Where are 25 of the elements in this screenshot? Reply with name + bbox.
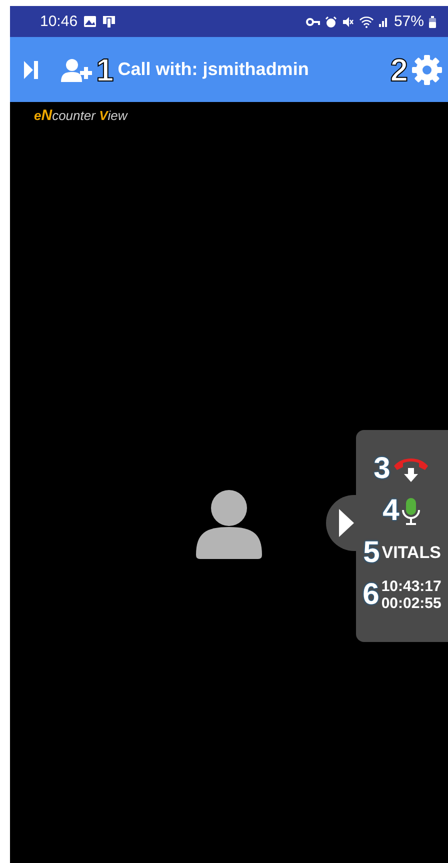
call-title: Call with: jsmithadmin xyxy=(118,59,310,80)
clock: 10:46 xyxy=(40,13,78,30)
vitals-button[interactable]: VITALS xyxy=(382,543,441,563)
skip-icon[interactable] xyxy=(24,60,38,80)
call-time: 10:43:17 xyxy=(381,578,442,595)
alarm-icon xyxy=(324,16,337,28)
signal-icon xyxy=(378,16,389,27)
battery-percent: 57% xyxy=(394,13,424,30)
annotation-number: 5 xyxy=(363,538,380,568)
person-avatar-icon xyxy=(196,488,262,558)
annotation-number: 2 xyxy=(390,54,408,86)
call-time: 00:02:55 xyxy=(381,595,442,612)
annotation-number: 1 xyxy=(96,54,114,86)
screen-share-icon xyxy=(102,14,116,28)
wifi-icon xyxy=(358,16,374,28)
annotation-number: 3 xyxy=(374,454,390,484)
image-icon xyxy=(82,15,97,28)
key-icon xyxy=(306,16,320,26)
microphone-icon[interactable] xyxy=(401,497,422,525)
battery-icon xyxy=(429,16,436,28)
annotation-number: 6 xyxy=(362,580,380,610)
annotation-number: 4 xyxy=(382,496,400,526)
logo: eNcounter View xyxy=(34,107,128,124)
mute-icon xyxy=(342,16,354,28)
collapse-tab[interactable] xyxy=(326,495,356,551)
